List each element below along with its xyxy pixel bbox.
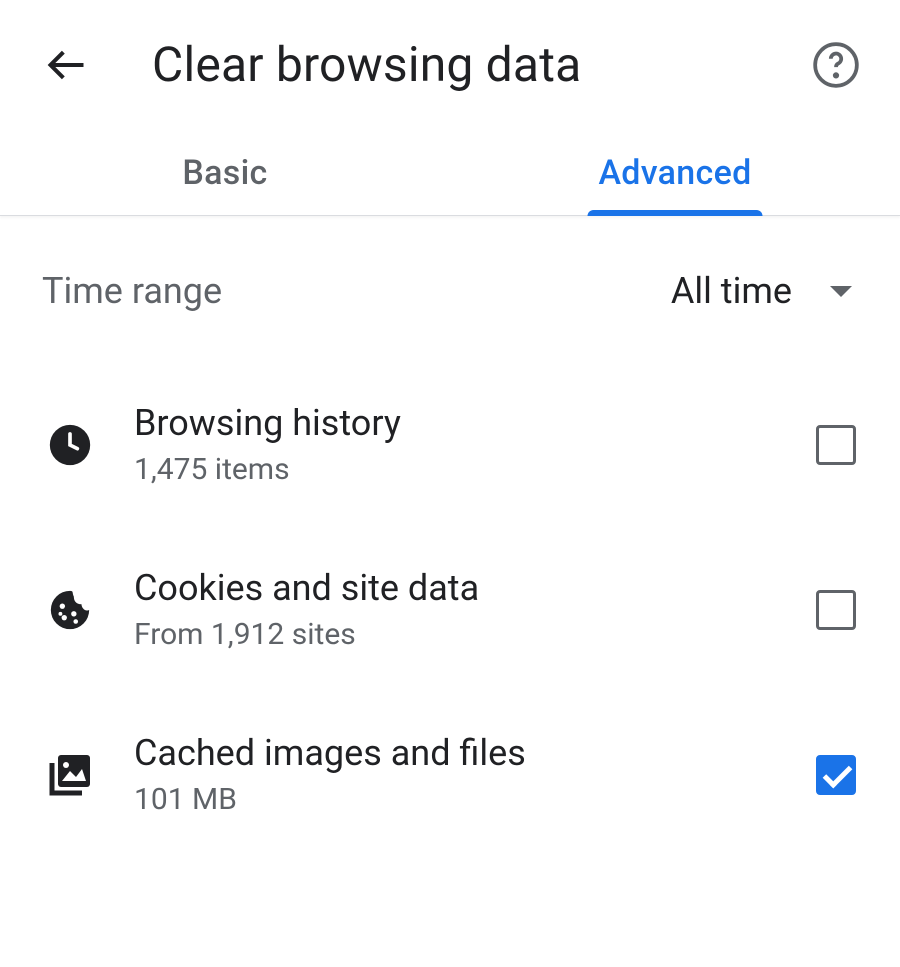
checkbox-browsing-history[interactable] [814, 423, 858, 467]
chevron-down-icon [830, 286, 852, 297]
tab-advanced[interactable]: Advanced [450, 113, 900, 215]
item-title: Browsing history [134, 402, 778, 444]
cookie-icon [42, 582, 98, 638]
item-title: Cookies and site data [134, 567, 778, 609]
help-icon [811, 40, 861, 90]
tab-basic[interactable]: Basic [0, 113, 450, 215]
data-type-list: Browsing history 1,475 items Cookies and… [0, 352, 900, 857]
time-range-row: Time range All time [0, 216, 900, 352]
help-button[interactable] [808, 37, 864, 93]
time-range-value: All time [671, 270, 792, 312]
image-stack-icon [42, 747, 98, 803]
list-item-cached-images[interactable]: Cached images and files 101 MB [42, 692, 858, 857]
arrow-left-icon [45, 43, 89, 87]
item-text: Cached images and files 101 MB [134, 732, 778, 817]
checkbox-cookies[interactable] [814, 588, 858, 632]
item-title: Cached images and files [134, 732, 778, 774]
back-button[interactable] [42, 40, 92, 90]
page-title: Clear browsing data [152, 36, 808, 93]
clock-icon [42, 417, 98, 473]
tabs: Basic Advanced [0, 113, 900, 216]
time-range-dropdown[interactable]: All time [671, 270, 858, 312]
item-subtitle: 101 MB [134, 782, 778, 817]
list-item-cookies[interactable]: Cookies and site data From 1,912 sites [42, 527, 858, 692]
item-subtitle: From 1,912 sites [134, 617, 778, 652]
list-item-browsing-history[interactable]: Browsing history 1,475 items [42, 362, 858, 527]
item-text: Browsing history 1,475 items [134, 402, 778, 487]
item-subtitle: 1,475 items [134, 452, 778, 487]
checkbox-cached-images[interactable] [814, 753, 858, 797]
header: Clear browsing data [0, 0, 900, 113]
item-text: Cookies and site data From 1,912 sites [134, 567, 778, 652]
time-range-label: Time range [42, 270, 222, 312]
